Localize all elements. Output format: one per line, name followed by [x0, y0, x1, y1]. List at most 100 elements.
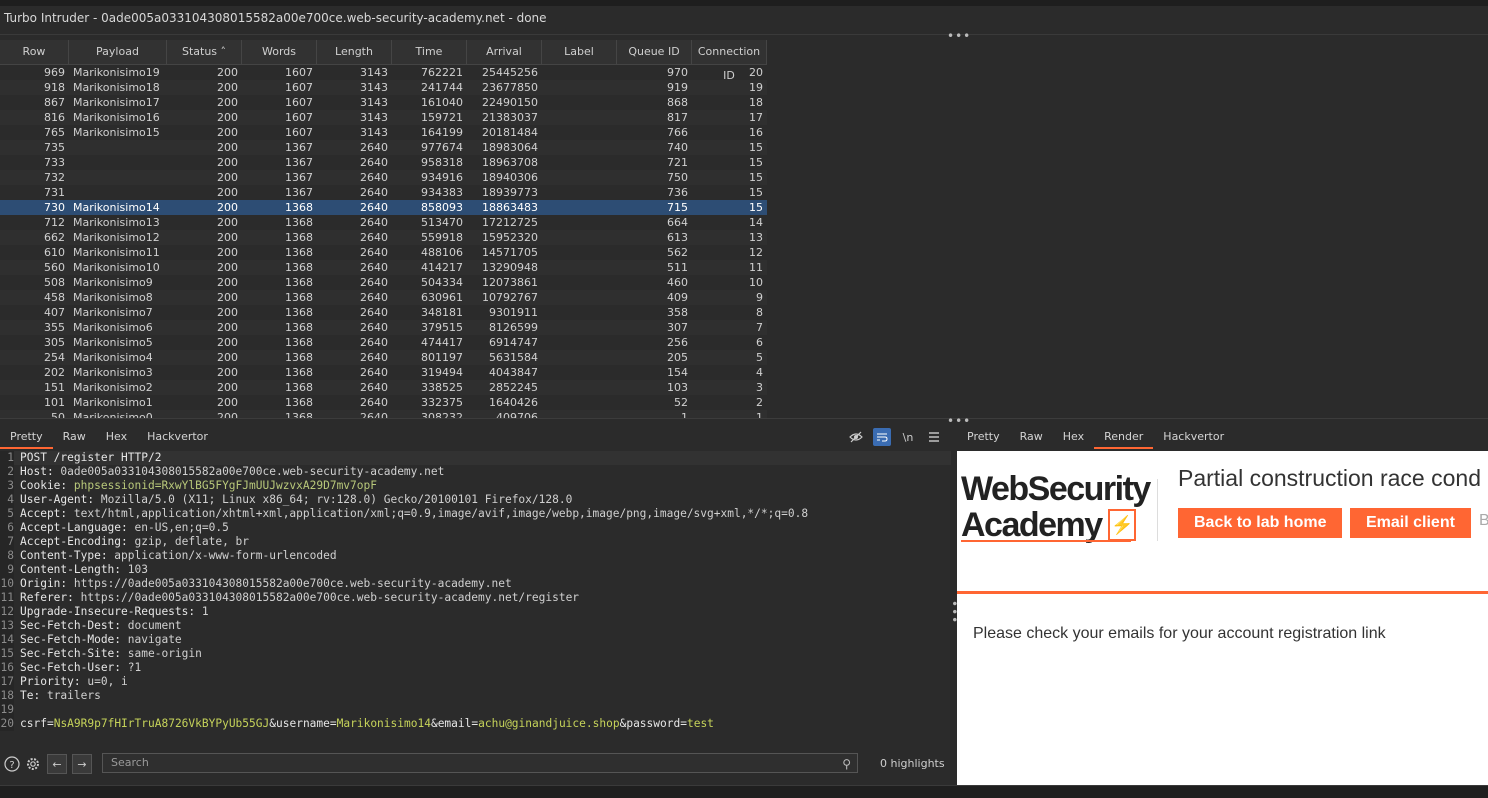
column-header[interactable]: Payload — [69, 40, 167, 64]
table-cell: 1367 — [285, 156, 313, 169]
table-row[interactable]: 305 Marikonisimo5 200 1368 2640 474417 6914747… — [0, 335, 767, 350]
table-cell: 241744 — [421, 81, 463, 94]
column-header[interactable]: Queue ID — [617, 40, 692, 64]
table-cell: 200 — [217, 336, 238, 349]
table-cell: 1368 — [285, 231, 313, 244]
column-header[interactable]: Words — [242, 40, 317, 64]
header-value: https://0ade005a033104308015582a00e700ce… — [73, 577, 512, 590]
table-row[interactable]: 560 Marikonisimo10 200 1368 2640 414217 132909… — [0, 260, 767, 275]
table-row[interactable]: 202 Marikonisimo3 200 1368 2640 319494 4043847… — [0, 365, 767, 380]
logo-underline — [961, 540, 1131, 542]
header-name: Referer: — [20, 591, 81, 604]
table-row[interactable]: 610 Marikonisimo11 200 1368 2640 488106 145717… — [0, 245, 767, 260]
previous-arrow-icon[interactable]: ← — [47, 754, 67, 774]
table-cell: 2640 — [360, 291, 388, 304]
table-cell: 202 — [44, 366, 65, 379]
table-cell: 765 — [44, 126, 65, 139]
response-tab-hackvertor[interactable]: Hackvertor — [1153, 425, 1234, 449]
request-tab-hackvertor[interactable]: Hackvertor — [137, 425, 218, 449]
table-row[interactable]: 712 Marikonisimo13 200 1368 2640 513470 172127… — [0, 215, 767, 230]
table-row[interactable]: 867 Marikonisimo17 200 1607 3143 161040 224901… — [0, 95, 767, 110]
column-header[interactable]: Arrival — [467, 40, 542, 64]
next-arrow-icon[interactable]: → — [72, 754, 92, 774]
table-cell: 1607 — [285, 96, 313, 109]
response-tab-raw[interactable]: Raw — [1010, 425, 1053, 449]
table-row[interactable]: 50 Marikonisimo0 200 1368 2640 308232 409706 1 1 — [0, 410, 767, 418]
search-icon[interactable]: ⚲ — [842, 755, 851, 773]
table-cell: 1368 — [285, 306, 313, 319]
table-cell: 715 — [667, 201, 688, 214]
help-icon[interactable]: ? — [3, 755, 21, 773]
column-header[interactable]: Time — [392, 40, 467, 64]
back-to-lab-home-button[interactable]: Back to lab home — [1178, 508, 1343, 538]
column-header[interactable]: Length — [317, 40, 392, 64]
column-header[interactable]: Row — [0, 40, 69, 64]
table-cell: 6914747 — [489, 336, 538, 349]
param-value: achu@ginandjuice.shop — [478, 717, 620, 730]
horizontal-splitter[interactable] — [0, 418, 1488, 425]
table-row[interactable]: 254 Marikonisimo4 200 1368 2640 801197 5631584… — [0, 350, 767, 365]
column-header[interactable]: Label — [542, 40, 617, 64]
header-value: ?1 — [127, 661, 142, 674]
table-row[interactable]: 355 Marikonisimo6 200 1368 2640 379515 8126599… — [0, 320, 767, 335]
column-header[interactable]: Connection ID — [692, 40, 767, 82]
table-row[interactable]: 458 Marikonisimo8 200 1368 2640 630961 1079276… — [0, 290, 767, 305]
table-cell: 1368 — [285, 381, 313, 394]
menu-icon[interactable] — [925, 428, 943, 446]
table-row[interactable]: 918 Marikonisimo18 200 1607 3143 241744 236778… — [0, 80, 767, 95]
table-cell: 1 — [681, 411, 688, 418]
web-security-academy-logo[interactable]: WebSecurity Academy ⚡ — [961, 471, 1157, 543]
table-cell: 488106 — [421, 246, 463, 259]
table-row[interactable]: 101 Marikonisimo1 200 1368 2640 332375 1640426… — [0, 395, 767, 410]
table-row[interactable]: 816 Marikonisimo16 200 1607 3143 159721 213830… — [0, 110, 767, 125]
code-line: 16 Sec-Fetch-User: ?1 — [0, 661, 951, 675]
table-row[interactable]: 733 200 1367 2640 958318 18963708 721 15 — [0, 155, 767, 170]
table-cell: 1367 — [285, 186, 313, 199]
table-row[interactable]: 765 Marikonisimo15 200 1607 3143 164199 201814… — [0, 125, 767, 140]
table-cell: Marikonisimo18 — [73, 81, 160, 94]
table-cell: 1367 — [285, 171, 313, 184]
table-cell — [542, 125, 617, 140]
eye-off-icon[interactable] — [847, 428, 865, 446]
table-cell: 200 — [217, 156, 238, 169]
request-editor[interactable]: 1 POST /register HTTP/2 2 Host: 0ade005a033… — [0, 451, 951, 751]
response-tab-hex[interactable]: Hex — [1053, 425, 1094, 449]
search-input[interactable]: Search ⚲ — [102, 753, 858, 773]
header-name: User-Agent: — [20, 493, 101, 506]
table-row[interactable]: 407 Marikonisimo7 200 1368 2640 348181 9301911… — [0, 305, 767, 320]
table-row[interactable]: 151 Marikonisimo2 200 1368 2640 338525 2852245… — [0, 380, 767, 395]
table-cell: 18983064 — [482, 141, 538, 154]
table-cell — [69, 170, 167, 185]
table-cell: 200 — [217, 81, 238, 94]
table-cell: Marikonisimo8 — [73, 291, 153, 304]
table-cell: 2640 — [360, 261, 388, 274]
column-header[interactable]: Status ˄ — [167, 40, 242, 64]
window-title: Turbo Intruder - 0ade005a033104308015582… — [0, 6, 1488, 34]
splitter-handle-icon[interactable]: ••• — [947, 30, 971, 42]
table-cell: Marikonisimo6 — [73, 321, 153, 334]
email-client-button[interactable]: Email client — [1350, 508, 1471, 538]
request-tab-raw[interactable]: Raw — [53, 425, 96, 449]
request-tab-pretty[interactable]: Pretty — [0, 425, 53, 449]
table-cell — [542, 395, 617, 410]
response-tab-render[interactable]: Render — [1094, 425, 1154, 449]
table-row[interactable]: 508 Marikonisimo9 200 1368 2640 504334 1207386… — [0, 275, 767, 290]
header-name: Origin: — [20, 577, 74, 590]
splitter-handle-icon[interactable]: ••• — [947, 415, 971, 427]
table-row[interactable]: 731 200 1367 2640 934383 18939773 736 15 — [0, 185, 767, 200]
newline-icon[interactable]: \n — [899, 428, 917, 446]
table-cell: 562 — [667, 246, 688, 259]
table-row[interactable]: 735 200 1367 2640 977674 18983064 740 15 — [0, 140, 767, 155]
line-number: 6 — [0, 521, 14, 535]
table-row[interactable]: 732 200 1367 2640 934916 18940306 750 15 — [0, 170, 767, 185]
table-row[interactable]: 969 Marikonisimo19 200 1607 3143 762221 254452… — [0, 65, 767, 80]
overflow-link[interactable]: B — [1479, 512, 1488, 530]
settings-gear-icon[interactable] — [24, 755, 42, 773]
request-tab-hex[interactable]: Hex — [96, 425, 137, 449]
table-row[interactable]: 662 Marikonisimo12 200 1368 2640 559918 159523… — [0, 230, 767, 245]
wrap-icon[interactable] — [873, 428, 891, 446]
response-tab-pretty[interactable]: Pretty — [957, 425, 1010, 449]
table-row[interactable]: 730 Marikonisimo14 200 1368 2640 858093 188634… — [0, 200, 767, 215]
lab-title: Partial construction race cond — [1178, 465, 1481, 491]
table-cell: 613 — [667, 231, 688, 244]
